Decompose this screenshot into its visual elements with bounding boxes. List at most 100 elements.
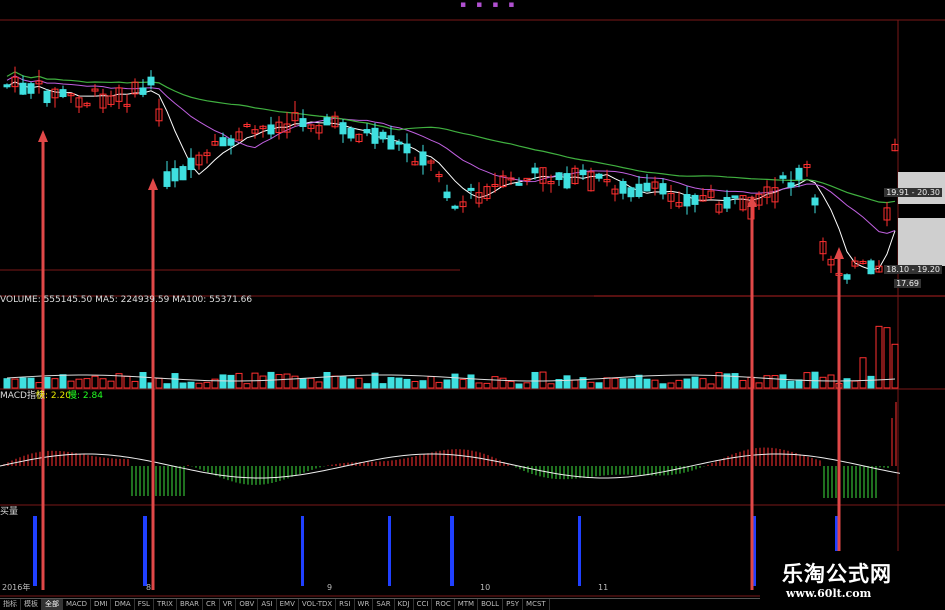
candle-body (403, 143, 411, 154)
candle-body (371, 127, 379, 144)
volume-bar (323, 371, 331, 389)
candle-body (731, 195, 739, 199)
buy-signal-bar (388, 516, 391, 586)
candle-body (339, 122, 347, 135)
macd-slow-value: 慢: 2.84 (68, 391, 103, 401)
tab-15[interactable]: RSI (336, 599, 355, 610)
candle-body (723, 196, 731, 209)
tab-5[interactable]: DMA (111, 599, 135, 610)
tab-18[interactable]: KDJ (395, 599, 414, 610)
volume-bar (571, 379, 579, 389)
ma-short-line (6, 81, 896, 271)
tab-12[interactable]: ASI (258, 599, 277, 610)
volume-bar (587, 381, 595, 389)
tab-16[interactable]: WR (355, 599, 374, 610)
date-label-2: 9 (327, 583, 333, 592)
candle-body (531, 167, 539, 174)
candle-body (795, 167, 803, 180)
candle-body (267, 124, 275, 135)
candle-body (419, 151, 427, 166)
candle-body (147, 76, 155, 86)
volume-bar (387, 377, 395, 389)
signal-arrow-head (834, 247, 844, 259)
date-label-0: 2016年 (2, 583, 31, 592)
volume-bar (107, 380, 115, 389)
volume-bar (635, 374, 643, 389)
volume-bar (35, 382, 43, 389)
candle-body (27, 83, 35, 94)
volume-bar (27, 377, 35, 389)
candle-body (635, 183, 643, 197)
tab-9[interactable]: CR (203, 599, 220, 610)
volume-bar (195, 382, 203, 389)
volume-bar (827, 374, 835, 389)
tab-14[interactable]: VOL-TDX (299, 599, 337, 610)
tab-3[interactable]: MACD (63, 599, 91, 610)
candle-body (379, 131, 387, 140)
tab-0[interactable]: 指标 (0, 599, 21, 610)
volume-indicator-label: VOLUME: 555145.50 MA5: 224939.59 MA100: … (0, 295, 253, 305)
volume-bar (523, 382, 531, 389)
volume-bar (11, 378, 19, 389)
volume-bar (707, 383, 715, 389)
tab-22[interactable]: BOLL (478, 599, 504, 610)
logo-name: 乐淘公式网 (782, 562, 892, 586)
volume-bar (539, 371, 547, 389)
volume-bar (507, 380, 515, 389)
volume-bar (307, 377, 315, 389)
volume-bar (459, 378, 467, 389)
volume-bar (299, 378, 307, 389)
macd-line (0, 453, 901, 479)
volume-bar (59, 374, 67, 389)
candle-body (443, 191, 451, 199)
volume-bar (611, 377, 619, 389)
candle-body (179, 166, 187, 181)
volume-bar (83, 378, 91, 389)
tab-17[interactable]: SAR (373, 599, 395, 610)
volume-bar (363, 383, 371, 389)
candle-body (227, 138, 235, 146)
date-label-1: 8 (146, 583, 152, 592)
candle-body (163, 171, 171, 187)
volume-bar (131, 380, 139, 389)
volume-bar (3, 378, 11, 389)
volume-bar (395, 377, 403, 389)
volume-bar (227, 374, 235, 389)
tab-10[interactable]: VR (220, 599, 237, 610)
buy-signal-bar (143, 516, 147, 586)
candle-body (395, 141, 403, 145)
tab-4[interactable]: DMI (91, 599, 112, 610)
volume-bar (51, 378, 59, 389)
candle-body (171, 168, 179, 182)
tab-6[interactable]: FSL (135, 599, 154, 610)
volume-bar (499, 377, 507, 389)
target-zone-lower (898, 218, 945, 266)
tab-21[interactable]: MTM (455, 599, 479, 610)
volume-bar (179, 382, 187, 389)
volume-bar (795, 379, 803, 389)
tab-1[interactable]: 模板 (21, 599, 42, 610)
volume-bar (451, 373, 459, 389)
candle-body (555, 172, 563, 181)
volume-bar (163, 383, 171, 389)
tab-19[interactable]: CCI (414, 599, 433, 610)
tab-20[interactable]: ROC (432, 599, 455, 610)
volume-bar (379, 383, 387, 389)
candle-body (59, 89, 67, 98)
volume-bar (819, 376, 827, 389)
volume-bar (675, 379, 683, 389)
tab-2[interactable]: 全部 (42, 599, 63, 610)
volume-bar (731, 373, 739, 389)
tab-24[interactable]: MCST (523, 599, 550, 610)
tab-13[interactable]: EMV (277, 599, 299, 610)
candle-body (19, 82, 27, 95)
tab-8[interactable]: BRAR (177, 599, 203, 610)
candle-body (659, 183, 667, 195)
volume-bar (643, 378, 651, 389)
volume-bar (563, 375, 571, 389)
tab-7[interactable]: TRIX (154, 599, 177, 610)
tab-23[interactable]: PSY (503, 599, 524, 610)
candle-body (811, 197, 819, 206)
volume-bar (203, 381, 211, 389)
tab-11[interactable]: OBV (236, 599, 259, 610)
